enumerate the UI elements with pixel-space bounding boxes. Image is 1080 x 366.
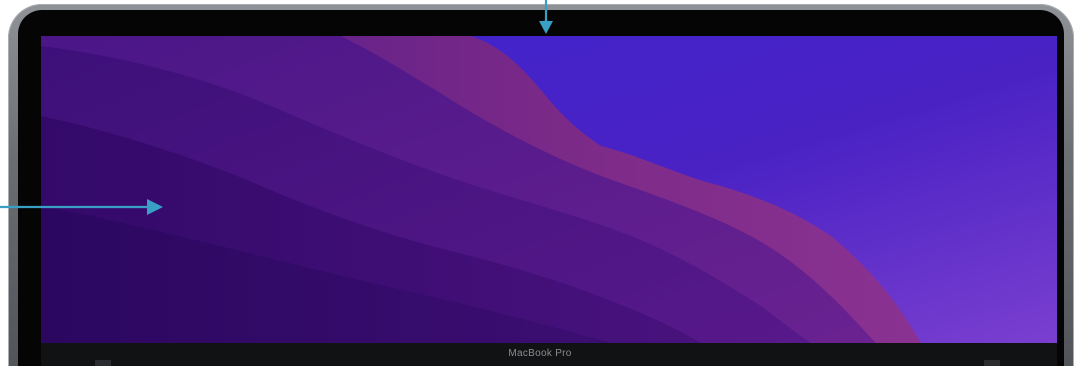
model-label: MacBook Pro xyxy=(508,348,572,359)
wallpaper xyxy=(41,36,1057,343)
display-screen xyxy=(41,36,1057,343)
camera-icon xyxy=(543,19,549,25)
laptop-illustration: MacBook Pro xyxy=(0,0,1080,366)
hinge-right xyxy=(984,360,1000,366)
hinge-left xyxy=(95,360,111,366)
